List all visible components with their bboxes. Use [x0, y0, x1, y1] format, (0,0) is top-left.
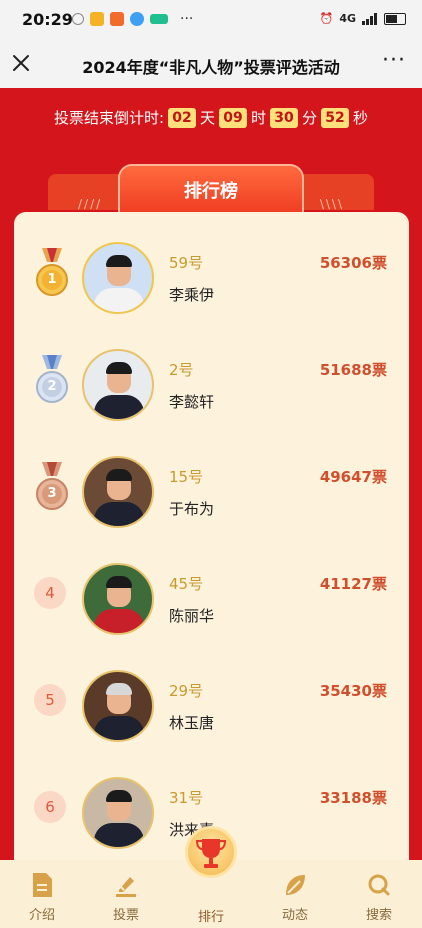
vote-count: 56306票: [319, 254, 387, 272]
network-type: 4G: [339, 12, 356, 25]
vote-countdown: 投票结束倒计时: 02 天 09 时 30 分 52 秒: [0, 107, 422, 128]
decor-stripes-right: \\\\: [319, 197, 344, 211]
chat-icon: [72, 13, 84, 25]
rank-number: 3: [47, 486, 57, 501]
countdown-days: 02: [168, 107, 196, 128]
countdown-minutes-unit: 分: [302, 109, 318, 127]
candidate-name: 林玉唐: [169, 714, 215, 732]
tab-label: 投票: [112, 908, 139, 923]
tab-news[interactable]: 动态: [260, 860, 330, 928]
alarm-icon: ⏰: [319, 12, 334, 25]
trophy-icon: [195, 839, 227, 868]
rank-number: 2: [47, 379, 57, 394]
ranking-header: //// \\\\ 排行榜: [48, 164, 374, 214]
countdown-seconds: 52: [321, 107, 350, 128]
vote-count: 33188票: [319, 789, 387, 807]
vote-count: 51688票: [319, 361, 387, 379]
tab-label: 排行: [197, 910, 224, 925]
candidate-number: 59号: [169, 254, 204, 272]
candidate-name: 李懿轩: [169, 393, 215, 411]
ranking-row-2[interactable]: 2 2号 李懿轩 51688票: [14, 319, 409, 426]
more-notifications-icon: ···: [180, 11, 194, 27]
more-menu-icon[interactable]: ···: [382, 48, 406, 73]
search-icon: [368, 874, 390, 896]
candidate-name: 李乘伊: [169, 286, 215, 304]
rank-badge: 5: [34, 684, 66, 716]
avatar: [82, 777, 154, 849]
battery-icon: [384, 12, 406, 25]
avatar-body: [94, 609, 144, 633]
nav-bar: 2024年度“非凡人物”投票评选活动 ···: [0, 40, 422, 88]
tab-search[interactable]: 搜索: [344, 860, 414, 928]
leaf-icon: [286, 875, 305, 895]
candidate-name: 于布为: [169, 500, 215, 518]
tab-label: 搜索: [365, 908, 392, 923]
avatar-hair: [106, 790, 132, 802]
vote-count: 35430票: [319, 682, 387, 700]
document-icon: [33, 873, 52, 897]
avatar: [82, 349, 154, 421]
avatar-hair: [106, 576, 132, 588]
app-icon-teal: [150, 14, 168, 24]
candidate-number: 31号: [169, 789, 204, 807]
avatar-body: [94, 716, 144, 740]
avatar-body: [94, 288, 144, 312]
tab-label: 介绍: [28, 908, 55, 923]
countdown-hours: 09: [219, 107, 248, 128]
avatar: [82, 242, 154, 314]
avatar-hair: [106, 362, 132, 374]
page-title: 2024年度“非凡人物”投票评选活动: [82, 58, 340, 77]
candidate-number: 2号: [169, 361, 194, 379]
app-icon-yellow: [90, 12, 104, 26]
system-status: ⏰ 4G: [320, 12, 406, 25]
app-icon-orange: [110, 12, 124, 26]
ranking-center-button[interactable]: [185, 826, 237, 878]
vote-icon: [116, 877, 136, 897]
ranking-row-5[interactable]: 5 29号 林玉唐 35430票: [14, 640, 409, 747]
decor-stripes-left: ////: [78, 197, 103, 211]
avatar-body: [94, 395, 144, 419]
avatar-body: [94, 502, 144, 526]
rank-badge: 4: [34, 577, 66, 609]
signal-icon: [362, 12, 377, 25]
candidate-number: 29号: [169, 682, 204, 700]
vote-count: 49647票: [319, 468, 387, 486]
countdown-days-unit: 天: [200, 109, 216, 127]
ranking-list: 1 59号 李乘伊 56306票 2 2号 李懿轩 51688票 3 15号 于…: [14, 212, 409, 872]
tab-label: 动态: [281, 908, 308, 923]
candidate-name: 陈丽华: [169, 607, 215, 625]
ranking-title: 排行榜: [184, 181, 238, 202]
ranking-tab: 排行榜: [118, 164, 304, 214]
ranking-row-3[interactable]: 3 15号 于布为 49647票: [14, 426, 409, 533]
notification-icons: ···: [72, 12, 193, 26]
countdown-label: 投票结束倒计时:: [53, 109, 164, 127]
avatar: [82, 670, 154, 742]
countdown-seconds-unit: 秒: [353, 109, 369, 127]
candidate-number: 45号: [169, 575, 204, 593]
countdown-minutes: 30: [270, 107, 299, 128]
ranking-row-4[interactable]: 4 45号 陈丽华 41127票: [14, 533, 409, 640]
tab-intro[interactable]: 介绍: [7, 860, 77, 928]
avatar: [82, 456, 154, 528]
ranking-row-1[interactable]: 1 59号 李乘伊 56306票: [14, 212, 409, 319]
candidate-number: 15号: [169, 468, 204, 486]
rank-number: 1: [47, 272, 57, 287]
countdown-hours-unit: 时: [251, 109, 267, 127]
avatar-hair: [106, 469, 132, 481]
rank-badge: 6: [34, 791, 66, 823]
avatar-body: [94, 823, 144, 847]
status-time: 20:29: [22, 10, 73, 29]
avatar-hair: [106, 255, 132, 267]
browser-icon: [130, 12, 144, 26]
status-bar: 20:29 ··· ⏰ 4G: [0, 0, 422, 40]
vote-count: 41127票: [319, 575, 387, 593]
tab-vote[interactable]: 投票: [91, 860, 161, 928]
avatar-hair: [106, 683, 132, 695]
avatar: [82, 563, 154, 635]
